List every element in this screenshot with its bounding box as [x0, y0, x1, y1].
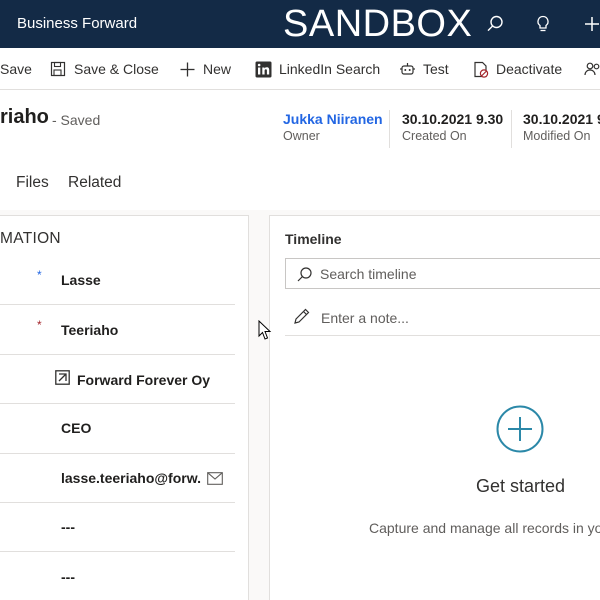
robot-icon [400, 62, 415, 75]
owner-link[interactable]: Jukka Niiranen [283, 110, 383, 128]
recommended-indicator: * [37, 268, 42, 282]
linkedin-search-label: LinkedIn Search [279, 61, 381, 77]
email-value[interactable]: lasse.teeriaho@forw... [61, 470, 201, 486]
phone-row: --- [0, 503, 235, 552]
lightbulb-icon[interactable] [531, 12, 555, 36]
timeline-search-input[interactable]: Search timeline [285, 258, 600, 289]
tab-related[interactable]: Related [68, 174, 121, 192]
search-icon[interactable] [483, 12, 507, 36]
save-close-button[interactable]: Save & Close [50, 48, 159, 90]
environment-banner: SANDBOX [283, 3, 473, 45]
mobile-row: --- [0, 553, 235, 600]
linkedin-search-button[interactable]: LinkedIn Search [255, 48, 380, 90]
last-name-value[interactable]: Teeriaho [61, 322, 118, 338]
note-placeholder: Enter a note... [321, 310, 409, 326]
mouse-cursor-icon [258, 320, 272, 340]
account-lookup-icon [55, 370, 70, 385]
company-lookup-link[interactable]: Forward Forever Oy [77, 372, 210, 388]
pencil-icon [294, 308, 310, 324]
save-close-label: Save & Close [74, 61, 159, 77]
test-button[interactable]: Test [399, 48, 449, 90]
plus-icon [180, 62, 195, 76]
timeline-note-input[interactable]: Enter a note... [285, 300, 600, 336]
timeline-panel: Timeline Search timeline Enter a note...… [269, 215, 600, 600]
add-record-icon[interactable] [496, 405, 544, 453]
timeline-search-placeholder: Search timeline [320, 266, 417, 282]
business-phone-value[interactable]: --- [61, 519, 75, 535]
tab-bar: Files Related [0, 160, 600, 210]
save-close-icon [50, 61, 66, 76]
linkedin-icon [255, 61, 272, 77]
command-bar: Save Save & Close New LinkedIn Search Te… [0, 48, 600, 90]
timeline-title: Timeline [285, 231, 342, 247]
assign-button[interactable] [584, 48, 600, 90]
record-title: riaho [0, 106, 49, 128]
get-started-description: Capture and manage all records in yo [369, 520, 600, 536]
contact-information-section: MATION * Lasse * Teeriaho Forward Foreve… [0, 215, 249, 600]
search-icon [297, 267, 312, 282]
created-on-value: 30.10.2021 9.30 [402, 111, 504, 127]
first-name-row: * Lasse [0, 256, 235, 305]
last-name-row: * Teeriaho [0, 306, 235, 355]
created-on-field: 30.10.2021 9.30 Created On [402, 110, 503, 145]
deactivate-icon [474, 61, 489, 78]
mobile-phone-value[interactable]: --- [61, 569, 75, 585]
deactivate-label: Deactivate [496, 61, 563, 77]
save-label: Save [0, 61, 32, 77]
new-button[interactable]: New [179, 48, 231, 90]
modified-on-field: 30.10.2021 9 Modified On [523, 110, 600, 145]
people-icon [584, 62, 600, 75]
app-title[interactable]: Business Forward [17, 15, 137, 32]
test-label: Test [423, 61, 449, 77]
header-divider [511, 110, 512, 148]
email-row: lasse.teeriaho@forw... [0, 454, 235, 503]
save-status: - Saved [52, 112, 101, 128]
owner-field: Jukka Niiranen Owner [283, 110, 383, 145]
modified-on-value: 30.10.2021 9 [523, 111, 600, 127]
get-started-heading: Get started [476, 476, 566, 496]
deactivate-button[interactable]: Deactivate [472, 48, 562, 90]
job-title-row: CEO [0, 405, 235, 454]
modified-on-label: Modified On [523, 129, 591, 143]
send-email-icon[interactable] [207, 472, 223, 485]
created-on-label: Created On [402, 129, 467, 143]
plus-icon[interactable] [580, 12, 600, 36]
record-header: riaho - Saved Jukka Niiranen Owner 30.10… [0, 90, 600, 160]
company-row: Forward Forever Oy [0, 355, 235, 404]
required-indicator: * [37, 318, 42, 332]
new-label: New [203, 61, 232, 77]
owner-label: Owner [283, 129, 320, 143]
section-title: MATION [0, 230, 61, 247]
save-button[interactable]: Save [0, 48, 32, 90]
first-name-value[interactable]: Lasse [61, 272, 101, 288]
job-title-value[interactable]: CEO [61, 420, 91, 436]
top-navigation-bar: Business Forward SANDBOX [0, 0, 600, 48]
header-divider [389, 110, 390, 148]
tab-files[interactable]: Files [16, 174, 49, 192]
